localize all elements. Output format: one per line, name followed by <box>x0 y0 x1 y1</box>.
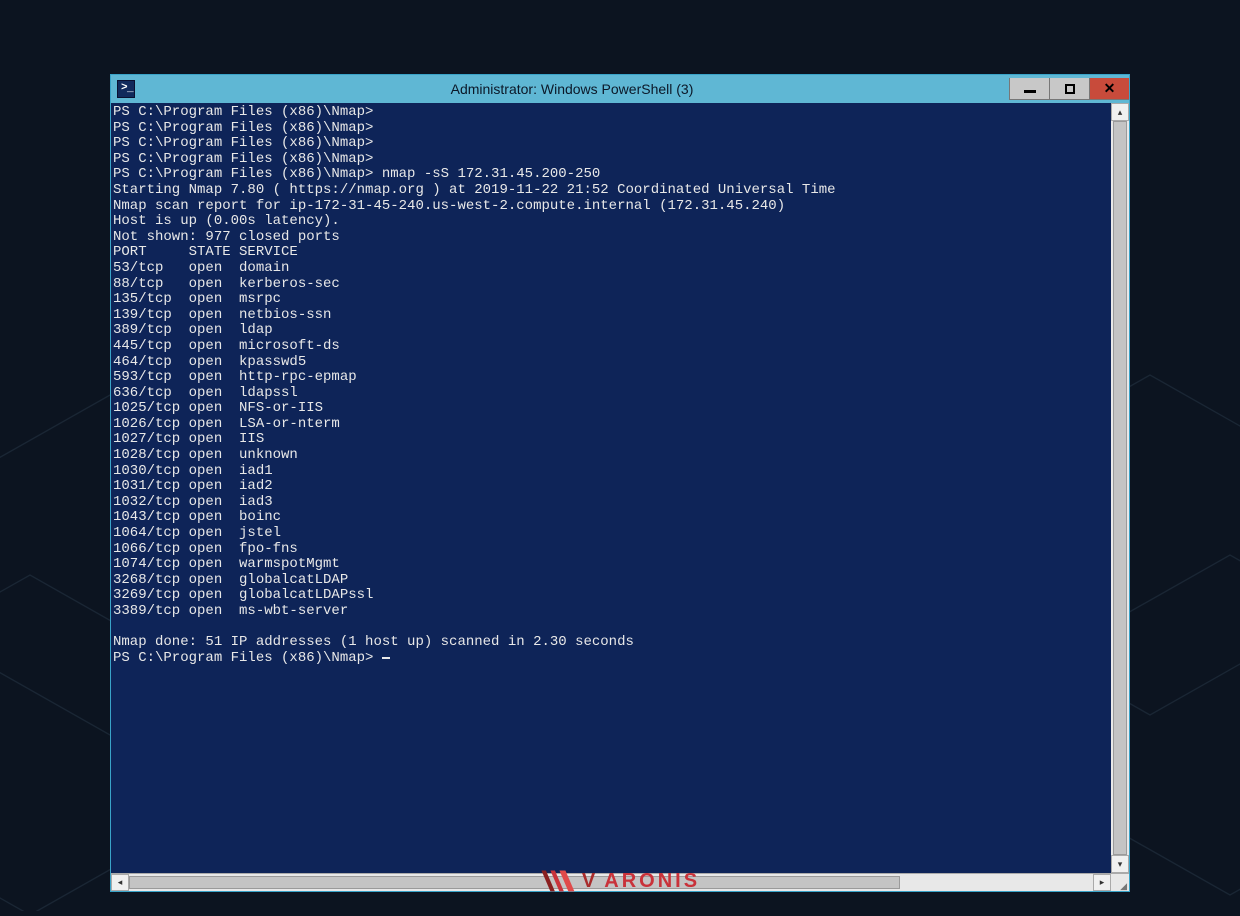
hscroll-thumb[interactable] <box>129 876 900 889</box>
resize-grip[interactable]: ◢ <box>1111 874 1129 891</box>
scroll-up-button[interactable]: ▴ <box>1111 103 1129 121</box>
window-title: Administrator: Windows PowerShell (3) <box>135 81 1009 97</box>
scroll-right-button[interactable]: ▸ <box>1093 874 1111 891</box>
close-icon: ✕ <box>1104 80 1116 97</box>
maximize-icon <box>1065 84 1075 94</box>
close-button[interactable]: ✕ <box>1089 78 1129 100</box>
powershell-icon <box>117 80 135 98</box>
scroll-down-button[interactable]: ▾ <box>1111 855 1129 873</box>
maximize-button[interactable] <box>1049 78 1089 100</box>
vertical-scrollbar[interactable]: ▴ ▾ <box>1111 103 1129 873</box>
caption-buttons: ✕ <box>1009 78 1129 100</box>
terminal-output[interactable]: PS C:\Program Files (x86)\Nmap> PS C:\Pr… <box>111 103 1111 873</box>
vscroll-thumb[interactable] <box>1113 121 1127 855</box>
minimize-button[interactable] <box>1009 78 1049 100</box>
titlebar[interactable]: Administrator: Windows PowerShell (3) ✕ <box>111 75 1129 103</box>
terminal-cursor <box>382 657 390 659</box>
powershell-window: Administrator: Windows PowerShell (3) ✕ … <box>110 74 1130 892</box>
scroll-left-button[interactable]: ◂ <box>111 874 129 891</box>
brand-mark-icon <box>540 869 576 893</box>
vscroll-track[interactable] <box>1111 121 1129 855</box>
brand-letter-v: V <box>582 870 598 893</box>
brand-rest: ARONIS <box>604 870 700 893</box>
minimize-icon <box>1024 90 1036 93</box>
brand-logo: V ARONIS <box>540 869 700 893</box>
